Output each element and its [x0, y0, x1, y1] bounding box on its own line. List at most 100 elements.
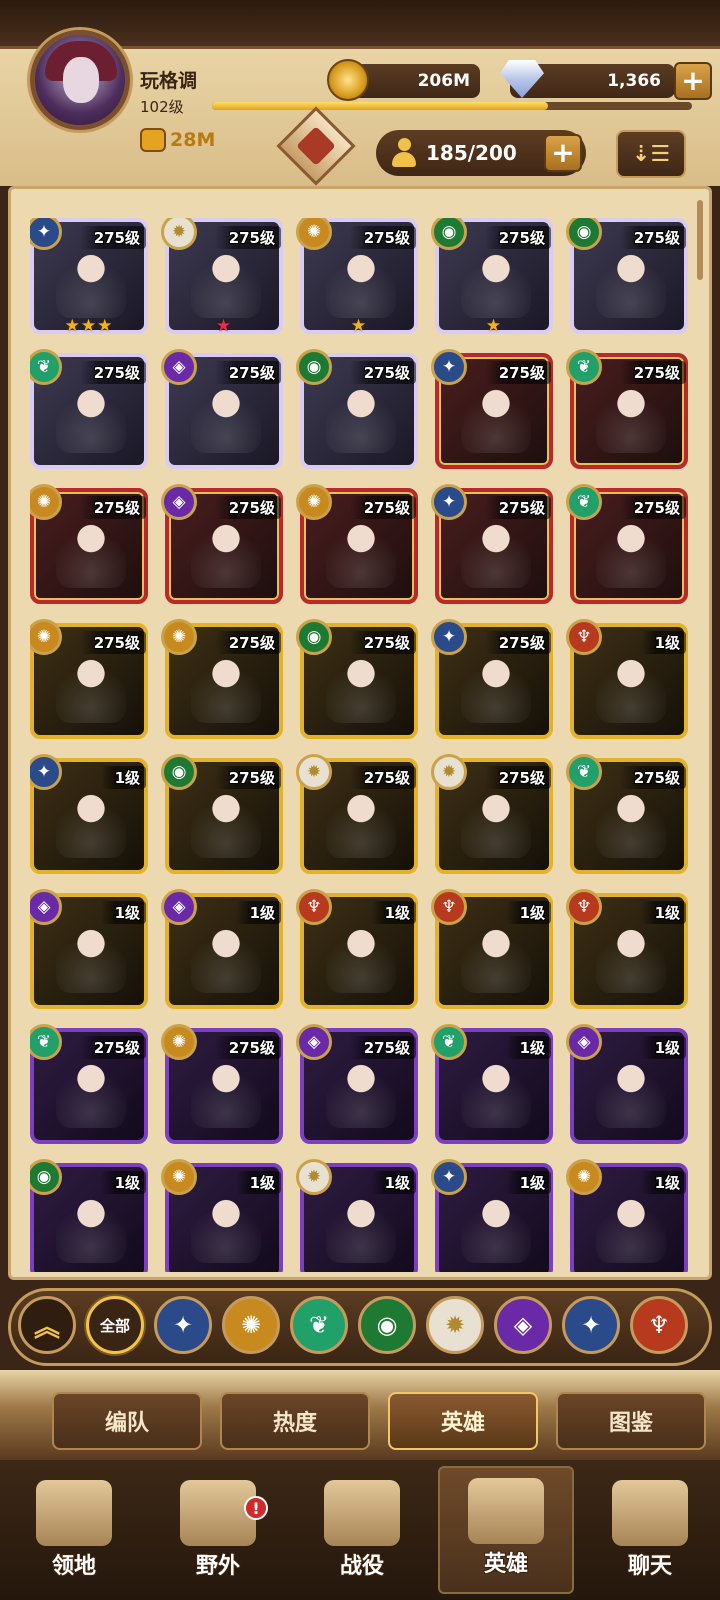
sort-button[interactable]: ⇣☰ — [616, 130, 686, 178]
hero-portrait — [596, 647, 666, 723]
hypogean-icon[interactable]: ♆ — [630, 1296, 688, 1354]
tab-1[interactable]: 热度 — [220, 1392, 370, 1450]
nav-item-4[interactable]: 聊天 — [582, 1466, 718, 1594]
celestial-faction-icon: ✦ — [431, 1159, 467, 1195]
hero-card[interactable]: ✹ 275级 — [431, 754, 553, 874]
light-faction-icon: ✹ — [431, 754, 467, 790]
player-avatar[interactable] — [30, 30, 130, 130]
nav-item-1[interactable]: 野外 — [150, 1466, 286, 1594]
hero-level: 275级 — [79, 631, 146, 654]
maulers-faction-icon: ◉ — [161, 754, 197, 790]
hero-portrait — [191, 1052, 261, 1128]
hero-card[interactable]: ✦ 1级 — [431, 1159, 553, 1272]
hero-level: 1级 — [640, 1036, 686, 1059]
hero-level: 1级 — [370, 901, 416, 924]
hero-emblem-icon[interactable] — [276, 106, 356, 188]
hero-card[interactable]: ♆ 1级 — [566, 619, 688, 739]
hero-card[interactable]: ✹ 275级 — [296, 754, 418, 874]
hero-level: 275级 — [349, 766, 416, 789]
hero-card[interactable]: ✹ 1级 — [296, 1159, 418, 1272]
hero-portrait — [56, 917, 126, 993]
celestial-faction-icon: ✦ — [30, 218, 62, 250]
nav-item-2[interactable]: 战役 — [294, 1466, 430, 1594]
celestial-faction-icon: ✦ — [30, 754, 62, 790]
hero-card[interactable]: ♆ 1级 — [296, 889, 418, 1009]
tab-2[interactable]: 英雄 — [388, 1392, 538, 1450]
hero-card[interactable]: ◈ 1级 — [566, 1024, 688, 1144]
nav-item-3[interactable]: 英雄 — [438, 1466, 574, 1594]
sort-icon: ⇣☰ — [631, 141, 671, 167]
hero-card[interactable]: ✺ 275级 — [30, 619, 148, 739]
hero-card[interactable]: ✺ 275级 — [30, 484, 148, 604]
hero-card[interactable]: ✦ 1级 — [30, 754, 148, 874]
nav-item-0[interactable]: 领地 — [6, 1466, 142, 1594]
xp-bar — [212, 102, 692, 110]
add-gems-button[interactable]: + — [674, 62, 712, 100]
hero-card[interactable]: ❦ 275级 — [566, 484, 688, 604]
hero-card[interactable]: ✺ 275级 — [161, 1024, 283, 1144]
hero-card[interactable]: ❦ 1级 — [431, 1024, 553, 1144]
hero-level: 1级 — [100, 766, 146, 789]
hero-level: 1级 — [640, 901, 686, 924]
player-name: 玩格调 — [140, 70, 198, 92]
hero-card[interactable]: ◉ 275级 — [296, 619, 418, 739]
hero-card[interactable]: ◉ 275级 — [296, 349, 418, 469]
wilder-icon[interactable]: ✺ — [222, 1296, 280, 1354]
hero-card[interactable]: ✦ 275级 — [431, 619, 553, 739]
hero-portrait — [461, 782, 531, 858]
hero-level: 1级 — [370, 1171, 416, 1194]
hero-card[interactable]: ✺ 275级 ★ — [296, 218, 418, 336]
tab-0[interactable]: 编队 — [52, 1392, 202, 1450]
hero-card[interactable]: ✺ 275级 — [161, 619, 283, 739]
tab-3[interactable]: 图鉴 — [556, 1392, 706, 1450]
scrollbar[interactable] — [697, 200, 703, 280]
hero-card[interactable]: ❦ 275级 — [30, 1024, 148, 1144]
hero-card[interactable]: ◈ 275级 — [161, 484, 283, 604]
hero-card[interactable]: ❦ 275级 — [566, 349, 688, 469]
hero-level: 275级 — [619, 226, 686, 249]
hero-card[interactable]: ❦ 275级 — [30, 349, 148, 469]
hero-portrait — [461, 917, 531, 993]
lightbearer-icon[interactable]: ❦ — [290, 1296, 348, 1354]
hero-card[interactable]: ✹ 275级 ★ — [161, 218, 283, 336]
xp-bar-fill — [212, 102, 548, 110]
hero-card[interactable]: ✦ 275级 ★★★ — [30, 218, 148, 336]
fist-icon — [140, 128, 166, 152]
hero-card[interactable]: ◈ 1级 — [30, 889, 148, 1009]
wilder-faction-icon: ✺ — [566, 1159, 602, 1195]
castle-icon — [36, 1480, 112, 1546]
hero-card[interactable]: ◉ 275级 — [566, 218, 688, 334]
dimensional-icon[interactable]: ✦ — [562, 1296, 620, 1354]
hero-card[interactable]: ◉ 275级 ★ — [431, 218, 553, 336]
hero-card[interactable]: ✦ 275级 — [431, 484, 553, 604]
hero-card[interactable]: ◉ 1级 — [30, 1159, 148, 1272]
maulers-icon[interactable]: ◉ — [358, 1296, 416, 1354]
hero-card[interactable]: ✺ 1级 — [566, 1159, 688, 1272]
hero-card[interactable]: ◈ 275级 — [161, 349, 283, 469]
maulers-faction-icon: ◉ — [30, 1159, 62, 1195]
collapse-icon[interactable]: ︽ — [18, 1296, 76, 1354]
hero-card[interactable]: ♆ 1级 — [566, 889, 688, 1009]
hero-card[interactable]: ◈ 1级 — [161, 889, 283, 1009]
light-icon[interactable]: ✹ — [426, 1296, 484, 1354]
hero-portrait — [326, 647, 396, 723]
hero-card[interactable]: ✦ 275级 — [431, 349, 553, 469]
hero-card[interactable]: ✺ 275级 — [296, 484, 418, 604]
hero-card[interactable]: ◈ 275级 — [296, 1024, 418, 1144]
celestial-icon[interactable]: ✦ — [154, 1296, 212, 1354]
lightbearer-faction-icon: ❦ — [566, 349, 602, 385]
hero-portrait — [461, 242, 531, 318]
hero-card[interactable]: ◉ 275级 — [161, 754, 283, 874]
hero-portrait — [326, 1052, 396, 1128]
expand-roster-button[interactable]: + — [544, 134, 582, 172]
all-filter-button[interactable]: 全部 — [86, 1296, 144, 1354]
graveborn-icon[interactable]: ◈ — [494, 1296, 552, 1354]
hero-card[interactable]: ♆ 1级 — [431, 889, 553, 1009]
nav-label: 战役 — [339, 1554, 384, 1579]
hypogean-faction-icon: ♆ — [296, 889, 332, 925]
hero-portrait — [56, 377, 126, 453]
hero-card[interactable]: ✺ 1级 — [161, 1159, 283, 1272]
hero-level: 1级 — [100, 901, 146, 924]
hero-card[interactable]: ❦ 275级 — [566, 754, 688, 874]
hero-portrait — [326, 917, 396, 993]
